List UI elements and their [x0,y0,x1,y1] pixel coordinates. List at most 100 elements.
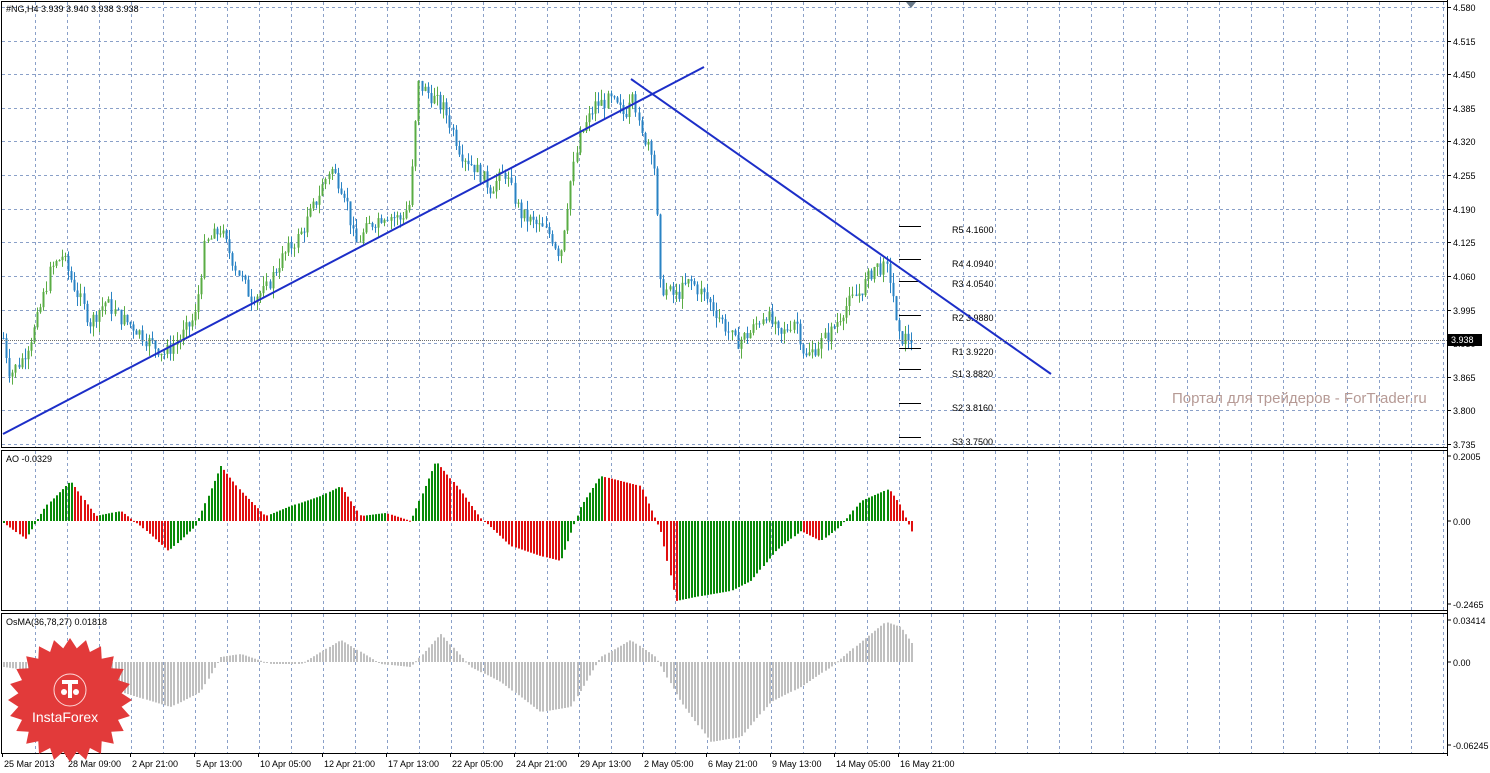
osma-bar [567,662,569,708]
osma-bar [356,649,358,662]
osma-bar [555,662,557,710]
price-bar-body [185,322,188,330]
price-bar-body [436,94,439,96]
price-bar-body [653,154,656,169]
osma-bar [583,662,585,686]
time-axis-label: 16 May 21:00 [900,759,955,769]
osma-bar [477,662,479,671]
ao-bar [285,507,287,521]
price-bar-body [907,333,910,341]
ao-bar [685,521,687,599]
ao-bar [787,521,789,542]
osma-bar [849,650,851,662]
osma-bar [9,662,11,668]
price-bar-body [417,80,420,122]
price-axis-label: 4.515 [1453,37,1476,47]
osma-bar [527,662,529,703]
osma-bar [294,662,296,664]
ao-bar [282,509,284,521]
price-bar-body [876,263,879,267]
price-axis-label: 3.865 [1453,373,1476,383]
ao-bar [298,503,300,521]
ao-bar [499,521,501,536]
osma-bar [462,657,464,662]
osma-bar [425,650,427,662]
ao-bar [750,521,752,581]
ascending-trendline[interactable] [2,66,705,435]
ao-bar [105,513,107,521]
ao-bar [19,521,21,535]
price-bar-body [402,218,405,220]
ao-bar [25,521,27,539]
price-bar-body [30,342,33,351]
osma-bar [546,662,548,712]
price-bar-body [631,94,634,103]
price-bar-body [45,290,48,292]
price-axis-label: 4.190 [1453,205,1476,215]
price-bar-body [889,263,892,283]
osma-bar [753,662,755,722]
osma-bar [763,662,765,711]
ao-bar [173,521,175,546]
ao-bar [462,493,464,521]
ao-bar [443,470,445,521]
ao-bar [549,521,551,559]
osma-bar [428,647,430,662]
ao-bar [201,510,203,521]
price-bar-body [377,218,380,228]
osma-bar [828,662,830,669]
ao-bar [43,508,45,521]
ao-bar [707,521,709,595]
price-bar-body [383,219,386,223]
ao-bar [139,521,141,526]
ao-bar [164,521,166,548]
price-bar-body [867,270,870,279]
price-bar-body [492,191,495,194]
ao-bar [846,518,848,521]
ao-bar [645,496,647,521]
ao-bar [589,492,591,521]
ao-bar [310,499,312,521]
osma-bar [611,650,613,662]
price-bar-body [297,234,300,248]
osma-bar [608,652,610,662]
price-bar-body [355,228,358,242]
price-bar-body [873,266,876,280]
ao-bar [642,489,644,521]
price-bar-body [762,319,765,324]
ao-bar [291,505,293,521]
ao-bar [530,521,532,553]
osma-bar [837,661,839,663]
price-bar-body [597,101,600,106]
ao-bar [533,521,535,554]
price-bar-body [489,187,492,194]
ao-bar [133,520,135,522]
price-bar-body [293,247,296,249]
ao-bar [887,489,889,521]
ao-bar [341,487,343,521]
price-bar-body [721,317,724,320]
ao-bar [877,493,879,521]
osma-bar [149,662,151,701]
price-bar-body [120,309,123,325]
price-bar-body [430,92,433,104]
price-bar-body [126,314,129,323]
price-bar-body [765,319,768,321]
osma-bar [434,640,436,662]
price-bar-body [665,289,668,296]
osma-bar [474,662,476,670]
osma-bar [446,640,448,662]
ao-bar [890,491,892,521]
ao-bar [546,521,548,558]
price-bar-body [284,252,287,254]
osma-bar [155,662,157,703]
osma-bar [418,657,420,662]
price-bar-body [272,272,275,289]
price-bar-body [895,296,898,321]
ao-bar [415,508,417,521]
ao-bar [422,493,424,521]
osma-bar [192,662,194,696]
trading-chart[interactable]: R5 4.1600R4 4.0940R3 4.0540R2 3.9880R1 3… [0,0,1490,773]
price-bar-body [55,261,58,266]
pivot-label: S1 3.8820 [952,369,993,379]
